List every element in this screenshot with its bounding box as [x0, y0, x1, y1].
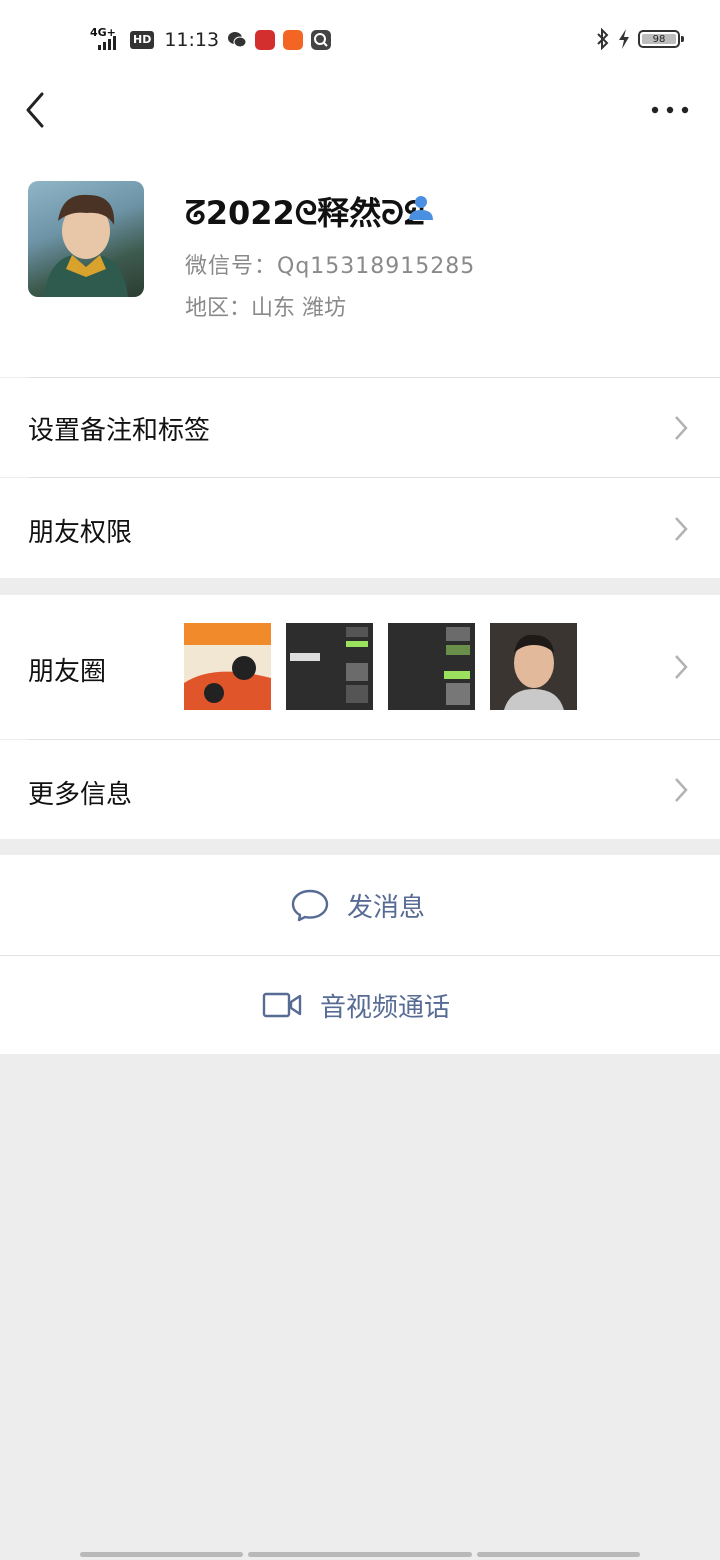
home-indicator: [80, 1552, 243, 1557]
more-info-label: 更多信息: [28, 780, 133, 810]
contact-profile-page: 4G+ HD 11:13 98 ᘔ2022ᘓ释然ᘒᘖ 微信号：Qq1531891…: [0, 0, 720, 1560]
chat-bubble-icon: [291, 889, 329, 922]
video-camera-icon: [262, 992, 302, 1018]
contact-person-icon: [409, 196, 433, 220]
more-info-row[interactable]: 更多信息: [0, 740, 720, 839]
wechat-id-value: Qq15318915285: [277, 254, 476, 279]
chevron-right-icon: [675, 655, 688, 679]
battery-icon: 98: [638, 30, 684, 48]
clock: 11:13: [164, 29, 220, 51]
status-bar: 4G+ HD 11:13 98: [0, 0, 720, 80]
chevron-right-icon: [675, 517, 688, 541]
charging-icon: [619, 29, 629, 49]
home-indicator: [477, 1552, 640, 1557]
chevron-right-icon: [675, 416, 688, 440]
moments-thumbnail[interactable]: [184, 623, 271, 710]
moments-thumbnails: [184, 623, 577, 710]
chevron-left-icon[interactable]: [22, 90, 52, 130]
chevron-right-icon: [675, 778, 688, 802]
remark-tags-row[interactable]: 设置备注和标签: [0, 378, 720, 477]
av-call-button[interactable]: 音视频通话: [0, 956, 720, 1054]
av-call-label: 音视频通话: [320, 992, 451, 1023]
moments-thumbnail[interactable]: [490, 623, 577, 710]
status-left: 4G+ HD 11:13: [90, 26, 332, 54]
moments-label: 朋友圈: [28, 657, 107, 687]
profile-header: ᘔ2022ᘓ释然ᘒᘖ 微信号：Qq15318915285 地区：山东 潍坊: [0, 140, 720, 377]
app-notification-icon-2: [283, 30, 304, 50]
friend-permissions-label: 朋友权限: [28, 518, 133, 548]
friend-permissions-row[interactable]: 朋友权限: [0, 478, 720, 578]
app-notification-icon: [255, 30, 276, 50]
home-indicator: [248, 1552, 472, 1557]
region-row: 地区：山东 潍坊: [185, 290, 346, 322]
wechat-id-row: 微信号：Qq15318915285: [185, 248, 475, 280]
status-right: 98: [596, 28, 684, 50]
moments-thumbnail[interactable]: [388, 623, 475, 710]
wechat-notification-icon: [227, 30, 247, 50]
hd-badge: HD: [130, 31, 155, 49]
more-dots-icon[interactable]: [650, 98, 690, 122]
moments-row[interactable]: 朋友圈: [0, 595, 720, 739]
remark-tags-label: 设置备注和标签: [28, 416, 211, 446]
search-app-icon: [311, 30, 332, 50]
bluetooth-icon: [597, 28, 609, 50]
send-message-button[interactable]: 发消息: [0, 855, 720, 955]
wechat-id-label: 微信号：: [185, 254, 278, 279]
moments-thumbnail[interactable]: [286, 623, 373, 710]
signal-icon: 4G+: [90, 26, 122, 52]
nav-bar: [0, 80, 720, 140]
avatar[interactable]: [28, 181, 144, 297]
region-value: 山东 潍坊: [251, 296, 347, 321]
region-label: 地区：: [185, 296, 252, 321]
send-message-label: 发消息: [347, 892, 426, 923]
battery-level: 98: [652, 33, 666, 45]
nickname: ᘔ2022ᘓ释然ᘒᘖ: [185, 194, 425, 232]
